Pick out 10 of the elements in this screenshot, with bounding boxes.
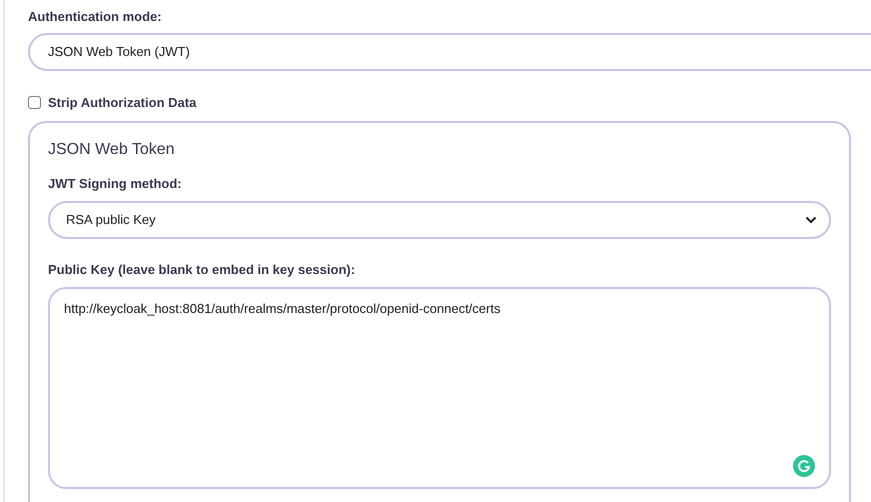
field-label: JWT Signing method:: [48, 174, 183, 192]
checkbox[interactable]: [28, 96, 41, 110]
public-key-textarea[interactable]: http://keycloak_host:8081/auth/realms/master/protocol/openid-connect/certs: [48, 286, 831, 488]
chevron-down-icon: [805, 216, 817, 224]
field-label: Authentication mode:: [28, 8, 163, 26]
signing-method-select[interactable]: RSA public Key: [48, 200, 831, 238]
checkbox-label: Strip Authorization Data: [48, 94, 196, 112]
panel-title: JSON Web Token: [48, 140, 176, 160]
auth-mode-field[interactable]: JSON Web Token (JWT): [28, 33, 871, 71]
field-label: Public Key (leave blank to embed in key session):: [48, 260, 356, 278]
